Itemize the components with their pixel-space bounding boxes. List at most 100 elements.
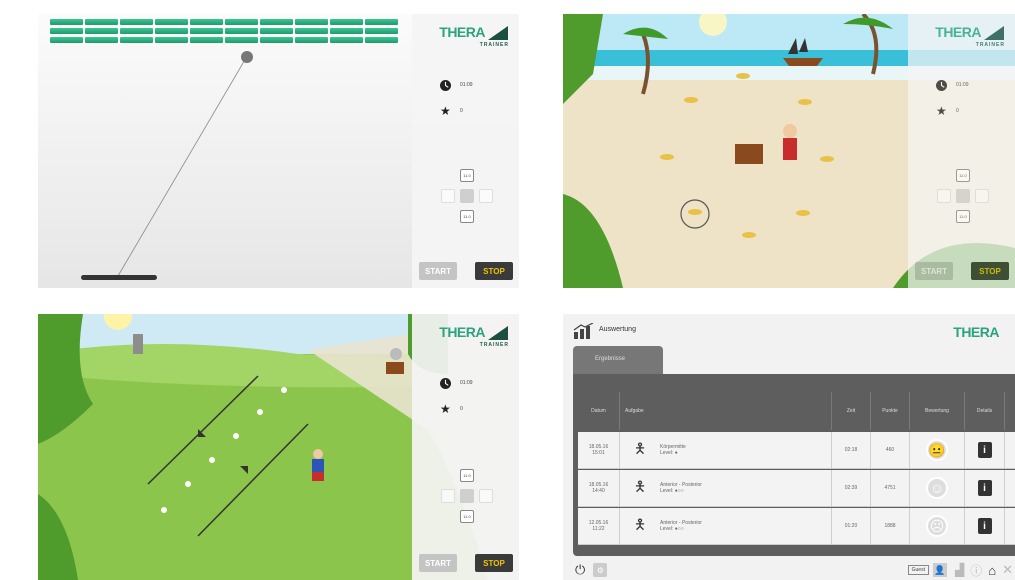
treasure-chest bbox=[735, 144, 763, 164]
up-value[interactable]: 11.0 bbox=[460, 169, 474, 182]
ball-trajectory bbox=[117, 51, 253, 277]
home-icon[interactable]: ⌂ bbox=[988, 563, 996, 578]
row-level: Level: ●○○ bbox=[660, 488, 684, 494]
up-value[interactable]: 11.0 bbox=[956, 169, 970, 182]
row-points: 1888 bbox=[871, 508, 910, 544]
control-sidebar: THERA TRAINER 01:09 ★ 0 11.0 11.0 START S… bbox=[908, 14, 1015, 288]
timer-value: 01:09 bbox=[460, 82, 473, 88]
direction-control: 11.0 11.0 bbox=[437, 469, 497, 533]
row-duration: 02:39 bbox=[832, 470, 871, 506]
center-icon bbox=[460, 489, 474, 503]
sad-face-icon: ☹ bbox=[926, 515, 948, 537]
settings-icon[interactable]: ⚙ bbox=[593, 563, 608, 577]
pirate-beach-game-screen: THERA TRAINER 01:09 ★ 0 11.0 11.0 START S… bbox=[563, 14, 1015, 288]
ball bbox=[241, 51, 253, 63]
clock-icon bbox=[440, 377, 451, 389]
score-value: 0 bbox=[460, 108, 463, 114]
info-tab-icon[interactable]: ⓘ bbox=[970, 562, 982, 579]
neutral-face-icon: 😐 bbox=[926, 439, 948, 461]
timer: 01:09 bbox=[936, 78, 969, 92]
left-slot bbox=[441, 489, 455, 503]
thera-trainer-logo: THERA bbox=[953, 324, 999, 340]
control-sidebar: THERA TRAINER 01:09 ★ 0 11.0 11.0 START S… bbox=[412, 14, 519, 288]
happy-face-icon: ☺ bbox=[926, 477, 948, 499]
row-time-of-day: 11:22 bbox=[592, 526, 605, 532]
guest-label[interactable]: Guest bbox=[907, 565, 929, 575]
row-points: 460 bbox=[871, 432, 910, 468]
score: ★ 0 bbox=[440, 104, 463, 118]
up-value[interactable]: 11.0 bbox=[460, 469, 474, 482]
table-row[interactable]: 18.05.16 14:40 🯅 Anterior - Posterior Level… bbox=[578, 470, 1015, 507]
clock-icon bbox=[936, 79, 947, 91]
start-button[interactable]: START bbox=[419, 262, 457, 280]
star-icon: ★ bbox=[936, 103, 947, 118]
down-value[interactable]: 11.0 bbox=[460, 210, 474, 223]
right-slot bbox=[975, 189, 989, 203]
figure-icon: 🯅 bbox=[633, 440, 647, 456]
stop-button[interactable]: STOP bbox=[475, 262, 513, 280]
info-icon[interactable]: i bbox=[977, 480, 992, 496]
table-header: Datum Aufgabe Zeit Punkte Bewertung Deta… bbox=[578, 392, 1015, 430]
tab-results[interactable]: Ergebnisse bbox=[573, 346, 663, 376]
info-icon[interactable]: i bbox=[977, 518, 992, 534]
results-table: Datum Aufgabe Zeit Punkte Bewertung Deta… bbox=[573, 374, 1015, 556]
pirate bbox=[783, 138, 797, 160]
center-icon bbox=[460, 189, 474, 203]
timer-value: 01:09 bbox=[956, 82, 969, 88]
paddle[interactable] bbox=[81, 275, 157, 280]
table-row[interactable]: 12.05.16 11:22 🯅 Anterior - Posterior Level… bbox=[578, 508, 1015, 545]
down-value[interactable]: 11.0 bbox=[460, 510, 474, 523]
start-button[interactable]: START bbox=[419, 554, 457, 572]
stats-icon[interactable]: ▟ bbox=[955, 563, 964, 577]
page-title: Auswertung bbox=[599, 326, 636, 333]
clock-icon bbox=[440, 79, 451, 91]
thera-trainer-logo: THERA TRAINER bbox=[439, 24, 509, 48]
down-value[interactable]: 11.0 bbox=[956, 210, 970, 223]
table-row[interactable]: 18.05.16 15:01 🯅 Körpermitte Level: ● 02:18… bbox=[578, 432, 1015, 469]
col-time: Zeit bbox=[832, 392, 871, 430]
thera-trainer-logo: THERA TRAINER bbox=[439, 324, 509, 348]
direction-control: 11.0 11.0 bbox=[437, 169, 497, 233]
info-icon[interactable]: i bbox=[977, 442, 992, 458]
left-slot bbox=[937, 189, 951, 203]
row-time-of-day: 14:40 bbox=[592, 488, 605, 494]
results-screen: Auswertung THERA Ergebnisse Datum Aufgab… bbox=[563, 314, 1015, 580]
thera-trainer-logo: THERA TRAINER bbox=[935, 24, 1005, 48]
stop-button[interactable]: STOP bbox=[971, 262, 1009, 280]
row-points: 4751 bbox=[871, 470, 910, 506]
timer: 01:09 bbox=[440, 376, 473, 390]
row-duration: 02:18 bbox=[832, 432, 871, 468]
star-icon: ★ bbox=[440, 103, 451, 118]
meadow-game-screen: THERA TRAINER 01:09 ★ 0 11.0 11.0 START S… bbox=[38, 314, 519, 580]
right-slot bbox=[479, 489, 493, 503]
figure-icon: 🯅 bbox=[633, 478, 647, 494]
row-level: Level: ● bbox=[660, 450, 678, 456]
close-icon[interactable]: ✕ bbox=[1002, 562, 1013, 578]
timer: 01:09 bbox=[440, 78, 473, 92]
col-rating: Bewertung bbox=[910, 392, 965, 430]
score: ★ 0 bbox=[440, 402, 463, 416]
right-slot bbox=[479, 189, 493, 203]
row-duration: 01:20 bbox=[832, 508, 871, 544]
score-value: 0 bbox=[956, 108, 959, 114]
col-points: Punkte bbox=[871, 392, 910, 430]
row-time-of-day: 15:01 bbox=[592, 450, 605, 456]
breakout-game-screen: THERA TRAINER 01:09 ★ 0 11.0 11.0 START S… bbox=[38, 14, 519, 288]
col-task: Aufgabe bbox=[620, 392, 832, 430]
left-slot bbox=[441, 189, 455, 203]
power-icon[interactable]: ⏻ bbox=[575, 562, 585, 578]
col-date: Datum bbox=[578, 392, 620, 430]
stop-button[interactable]: STOP bbox=[475, 554, 513, 572]
user-icon[interactable]: 👤 bbox=[932, 563, 947, 577]
control-sidebar: THERA TRAINER 01:09 ★ 0 11.0 11.0 START S… bbox=[412, 314, 519, 580]
direction-control: 11.0 11.0 bbox=[933, 169, 993, 233]
score-value: 0 bbox=[460, 406, 463, 412]
star-icon: ★ bbox=[440, 401, 451, 416]
center-icon bbox=[956, 189, 970, 203]
row-level: Level: ●○○ bbox=[660, 526, 684, 532]
score: ★ 0 bbox=[936, 104, 959, 118]
col-details: Details bbox=[965, 392, 1005, 430]
figure-icon: 🯅 bbox=[633, 516, 647, 532]
bottom-toolbar: ⏻ ⚙ Guest 👤 ▟ ⓘ ⌂ ✕ bbox=[563, 560, 1015, 580]
start-button[interactable]: START bbox=[915, 262, 953, 280]
